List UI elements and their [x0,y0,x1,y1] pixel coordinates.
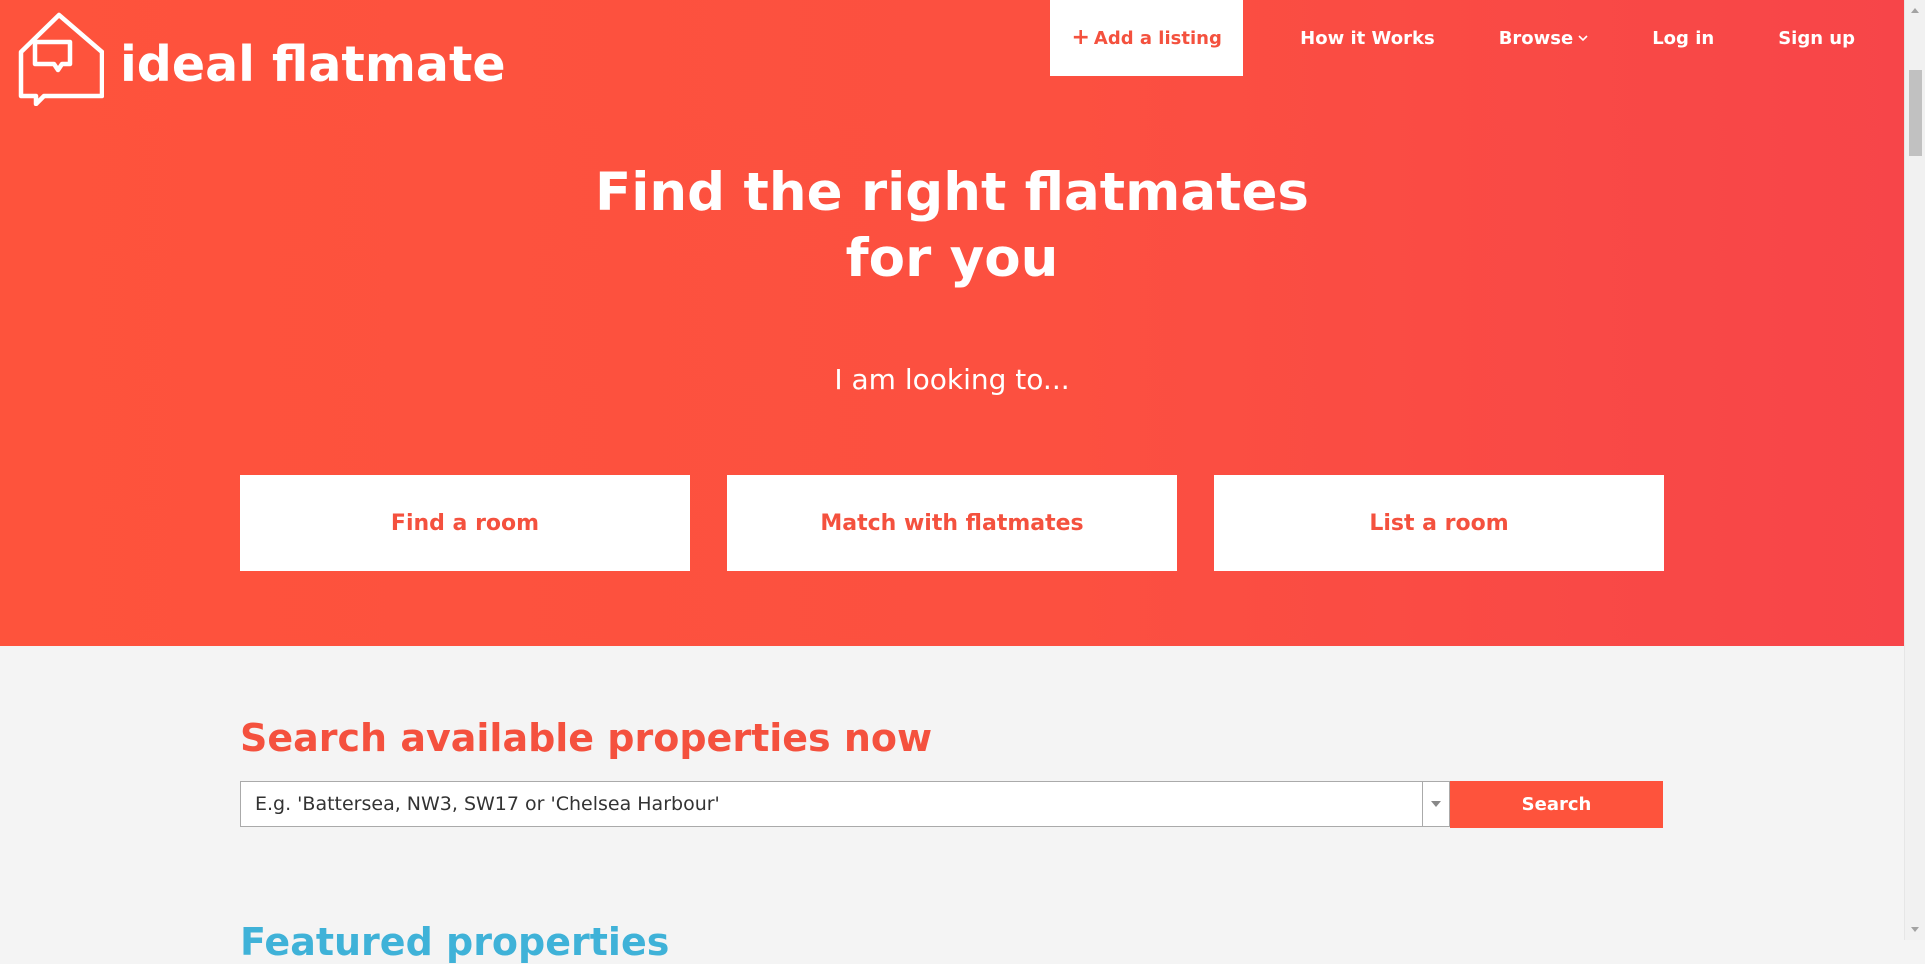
sign-up-label: Sign up [1778,27,1855,49]
log-in-label: Log in [1652,27,1715,49]
location-search-input[interactable] [241,782,1424,826]
log-in-link[interactable]: Log in [1620,28,1746,49]
sign-up-link[interactable]: Sign up [1746,28,1883,49]
list-a-room-button[interactable]: List a room [1214,475,1664,571]
match-with-flatmates-button[interactable]: Match with flatmates [727,475,1177,571]
browse-label: Browse [1498,27,1574,49]
house-chat-bubble-icon [18,12,104,106]
scrollbar-thumb[interactable] [1909,70,1922,156]
hero-banner: ideal flatmate + Add a listing How it Wo… [0,0,1904,646]
how-it-works-label: How it Works [1300,27,1435,49]
page-scrollbar[interactable] [1904,0,1925,940]
location-search-combobox[interactable] [240,781,1450,827]
chevron-down-icon [1578,34,1588,41]
scroll-down-arrow-icon[interactable] [1911,927,1919,932]
hero-headline-line2: for you [845,228,1059,289]
plus-icon: + [1071,25,1090,50]
browse-menu[interactable]: Browse [1467,28,1621,49]
add-listing-button[interactable]: + Add a listing [1050,0,1244,76]
hero-subheading: I am looking to... [834,363,1070,396]
find-a-room-button[interactable]: Find a room [240,475,690,571]
dropdown-arrow-icon[interactable] [1422,782,1449,826]
brand-logo[interactable]: ideal flatmate [18,12,506,106]
scroll-up-arrow-icon[interactable] [1911,8,1919,13]
hero-headline: Find the right flatmates for you [0,160,1904,292]
hero-headline-line1: Find the right flatmates [595,162,1309,223]
featured-properties-heading: Featured properties [240,920,670,964]
search-button[interactable]: Search [1450,781,1663,828]
top-navigation: + Add a listing How it Works Browse Log … [1050,0,1883,76]
brand-name: ideal flatmate [120,35,506,93]
search-section-title: Search available properties now [240,716,933,760]
add-listing-label: Add a listing [1093,27,1222,49]
how-it-works-link[interactable]: How it Works [1243,28,1467,49]
